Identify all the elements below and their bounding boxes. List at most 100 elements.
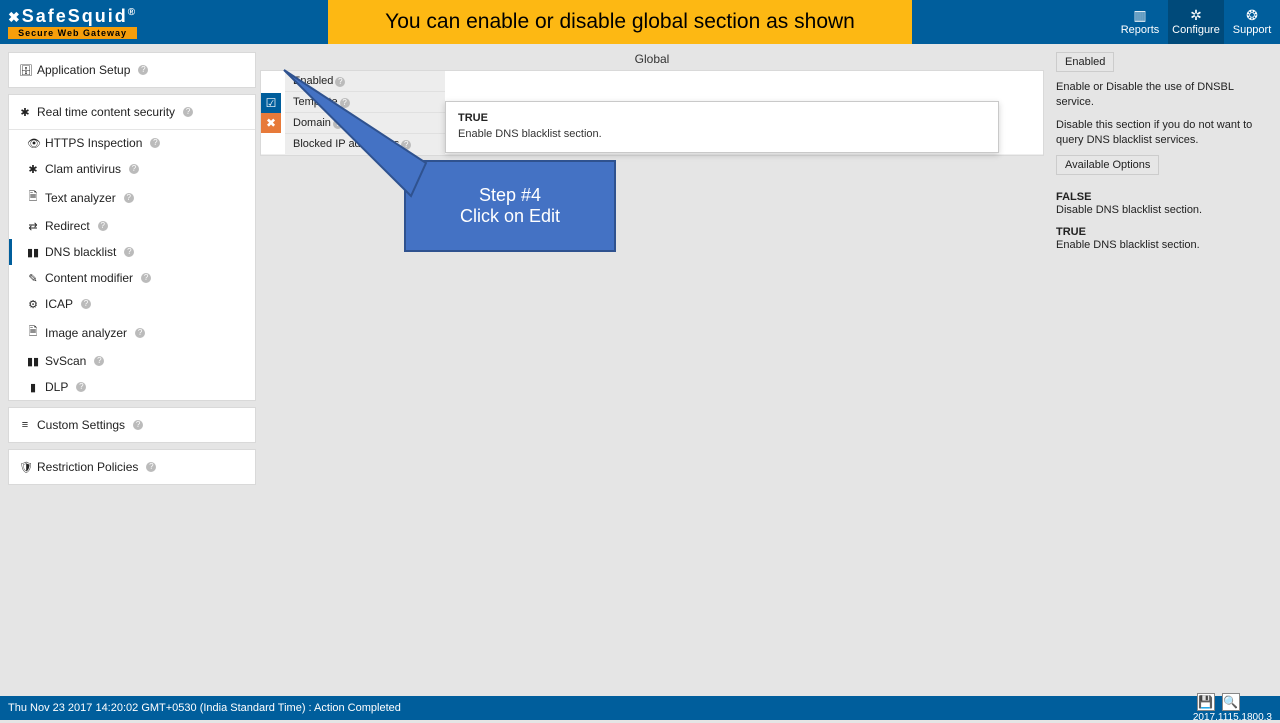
sidebar-item-image-analyzer[interactable]: 🗎 Image analyzer?	[9, 317, 255, 348]
help-icon[interactable]: ?	[146, 462, 156, 472]
brand-logo: ✖SafeSquid® Secure Web Gateway	[0, 0, 145, 44]
sidebar-item-icap[interactable]: ⚙ ICAP?	[9, 291, 255, 317]
eye-icon: 👁	[27, 137, 39, 150]
bar-icon: ▮	[27, 381, 39, 394]
help-icon[interactable]: ?	[124, 193, 134, 203]
sidebar-group-app-setup: 🗄 Application Setup ?	[8, 52, 256, 88]
nav-support[interactable]: ❂ Support	[1224, 0, 1280, 44]
sidebar-item-custom-settings[interactable]: ≡ Custom Settings ?	[9, 408, 255, 442]
briefcase-icon: 🗄	[19, 64, 31, 77]
search-icon[interactable]: 🔍	[1222, 693, 1240, 711]
section-title: Global	[256, 48, 1048, 70]
sidebar-item-clam-antivirus[interactable]: ✱ Clam antivirus?	[9, 156, 255, 182]
bars-icon: ▮▮	[27, 355, 39, 368]
bar-chart-icon: ▥	[1133, 8, 1146, 22]
shuffle-icon: ⇄	[27, 220, 39, 233]
sidebar-group-rtcs: ✱ Real time content security ? 👁 HTTPS In…	[8, 94, 256, 401]
sidebar-item-dlp[interactable]: ▮ DLP?	[9, 374, 255, 400]
save-icon[interactable]: 💾	[1197, 693, 1215, 711]
sidebar-label: Clam antivirus	[45, 162, 121, 176]
sidebar-label: Restriction Policies	[37, 460, 138, 474]
brand-tagline: Secure Web Gateway	[8, 27, 137, 39]
sidebar-item-app-setup[interactable]: 🗄 Application Setup ?	[9, 53, 255, 87]
nav-configure[interactable]: ✲ Configure	[1168, 0, 1224, 44]
registered-icon: ®	[128, 7, 137, 18]
sidebar-label: SvScan	[45, 354, 86, 368]
help-icon[interactable]: ?	[138, 65, 148, 75]
callout-line1: Step #4	[479, 185, 541, 206]
nav-support-label: Support	[1233, 24, 1272, 36]
help-chip-options: Available Options	[1056, 155, 1159, 175]
nav-reports-label: Reports	[1121, 24, 1160, 36]
top-bar: ✖SafeSquid® Secure Web Gateway You can e…	[0, 0, 1280, 44]
sidebar-item-dns-blacklist[interactable]: ▮▮ DNS blacklist?	[9, 239, 255, 265]
help-icon[interactable]: ?	[98, 221, 108, 231]
sidebar-item-text-analyzer[interactable]: 🗎 Text analyzer?	[9, 182, 255, 213]
wrench-icon: ✖	[8, 9, 22, 25]
image-icon: 🗎	[27, 323, 39, 342]
document-icon: 🗎	[27, 188, 39, 207]
gear-icon: ⚙	[27, 298, 39, 311]
sidebar-label: Image analyzer	[45, 326, 127, 340]
help-text: Enable or Disable the use of DNSBL servi…	[1056, 80, 1272, 110]
version-text: 2017.1115.1800.3	[1193, 712, 1272, 723]
sidebar-item-content-modifier[interactable]: ✎ Content modifier?	[9, 265, 255, 291]
help-icon[interactable]: ?	[76, 382, 86, 392]
sidebar-item-https-inspection[interactable]: 👁 HTTPS Inspection?	[9, 130, 255, 156]
sidebar-label: Text analyzer	[45, 191, 116, 205]
asterisk-icon: ✱	[19, 106, 31, 119]
sidebar-label: ICAP	[45, 297, 73, 311]
help-icon[interactable]: ?	[150, 138, 160, 148]
option-tooltip[interactable]: TRUE Enable DNS blacklist section.	[445, 101, 999, 153]
sidebar-label: Redirect	[45, 219, 90, 233]
sidebar-label: Real time content security	[37, 105, 175, 119]
help-icon[interactable]: ?	[124, 247, 134, 257]
sidebar-item-rtcs[interactable]: ✱ Real time content security ?	[9, 95, 255, 129]
main-area: Global ☑ ✖ Enabled? Template? Domain? Bl…	[256, 44, 1280, 696]
bars-icon: ▮▮	[27, 246, 39, 259]
help-icon[interactable]: ?	[133, 420, 143, 430]
help-panel: Enabled Enable or Disable the use of DNS…	[1048, 48, 1280, 696]
sidebar-label: DLP	[45, 380, 68, 394]
sidebar-group-restrict: 🛡 Restriction Policies ?	[8, 449, 256, 485]
help-icon[interactable]: ?	[81, 299, 91, 309]
sidebar-item-restriction-policies[interactable]: 🛡 Restriction Policies ?	[9, 450, 255, 484]
sidebar-group-custom: ≡ Custom Settings ?	[8, 407, 256, 443]
option-true-desc: Enable DNS blacklist section.	[1056, 238, 1272, 253]
callout-line2: Click on Edit	[460, 206, 560, 227]
status-text: Thu Nov 23 2017 14:20:02 GMT+0530 (India…	[8, 702, 401, 714]
option-false-desc: Disable DNS blacklist section.	[1056, 203, 1272, 218]
sliders-icon: ✲	[1190, 8, 1202, 22]
tooltip-body: Enable DNS blacklist section.	[458, 128, 986, 140]
sidebar-item-redirect[interactable]: ⇄ Redirect?	[9, 213, 255, 239]
sidebar: 🗄 Application Setup ? ✱ Real time conten…	[0, 44, 256, 696]
check-icon: ☑	[266, 96, 277, 110]
help-icon[interactable]: ?	[183, 107, 193, 117]
edit-icon: ✎	[27, 272, 39, 285]
brand-name: SafeSquid	[22, 6, 128, 26]
nav-reports[interactable]: ▥ Reports	[1112, 0, 1168, 44]
sidebar-label: Content modifier	[45, 271, 133, 285]
sidebar-label: Custom Settings	[37, 418, 125, 432]
help-chip-enabled: Enabled	[1056, 52, 1114, 72]
asterisk-icon: ✱	[27, 163, 39, 176]
sliders-icon: ≡	[19, 419, 31, 431]
instruction-banner: You can enable or disable global section…	[328, 0, 912, 44]
help-icon[interactable]: ?	[129, 164, 139, 174]
nav-configure-label: Configure	[1172, 24, 1220, 36]
sidebar-label: DNS blacklist	[45, 245, 116, 259]
sidebar-label: HTTPS Inspection	[45, 136, 142, 150]
sidebar-label: Application Setup	[37, 63, 130, 77]
x-icon: ✖	[266, 116, 276, 130]
help-icon[interactable]: ?	[135, 328, 145, 338]
callout-arrow-icon	[276, 68, 466, 208]
help-icon[interactable]: ?	[94, 356, 104, 366]
status-bar: Thu Nov 23 2017 14:20:02 GMT+0530 (India…	[0, 696, 1280, 720]
option-true-title: TRUE	[1056, 226, 1272, 238]
help-icon[interactable]: ?	[141, 273, 151, 283]
help-text: Disable this section if you do not want …	[1056, 118, 1272, 148]
tooltip-title: TRUE	[458, 112, 986, 124]
sidebar-item-svscan[interactable]: ▮▮ SvScan?	[9, 348, 255, 374]
callout: Step #4 Click on Edit	[404, 160, 616, 252]
sidebar-submenu: 👁 HTTPS Inspection? ✱ Clam antivirus? 🗎 Tex…	[9, 129, 255, 400]
